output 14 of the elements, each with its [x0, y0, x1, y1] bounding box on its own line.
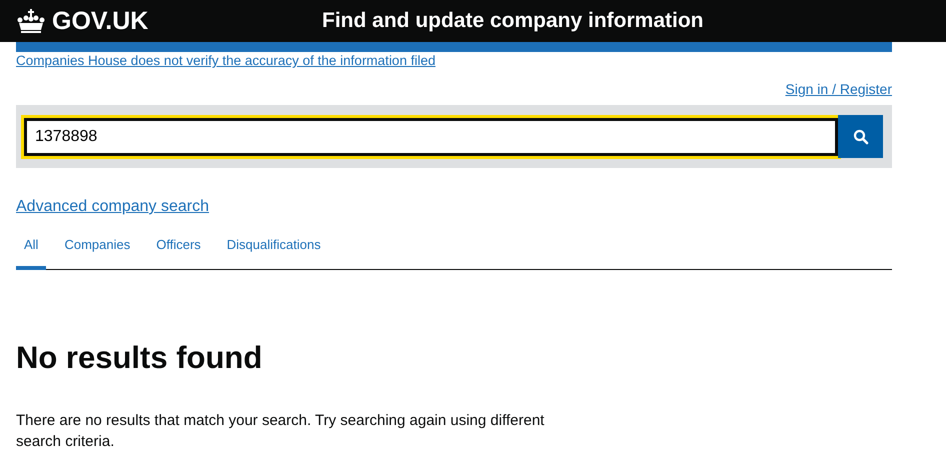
tab[interactable]: Officers — [148, 230, 209, 270]
page-heading: No results found — [16, 340, 264, 376]
notice-link[interactable]: Companies House does not verify the accuracy of the information filed — [16, 53, 436, 68]
tab[interactable]: All — [16, 230, 46, 270]
tab[interactable]: Disqualifications — [218, 230, 329, 270]
logo-text[interactable]: GOV.UK — [52, 6, 148, 36]
advanced-search-link[interactable]: Advanced company search — [16, 198, 209, 216]
tab[interactable]: Companies — [56, 230, 138, 270]
no-results-message: There are no results that match your search. Try searching again using different search criteria. — [16, 411, 546, 452]
search-icon — [852, 128, 868, 144]
search-button[interactable] — [838, 115, 883, 158]
service-name[interactable]: Find and update company information — [322, 9, 704, 33]
sign-in-link[interactable]: Sign in / Register — [785, 81, 892, 97]
crown-icon — [16, 8, 46, 34]
